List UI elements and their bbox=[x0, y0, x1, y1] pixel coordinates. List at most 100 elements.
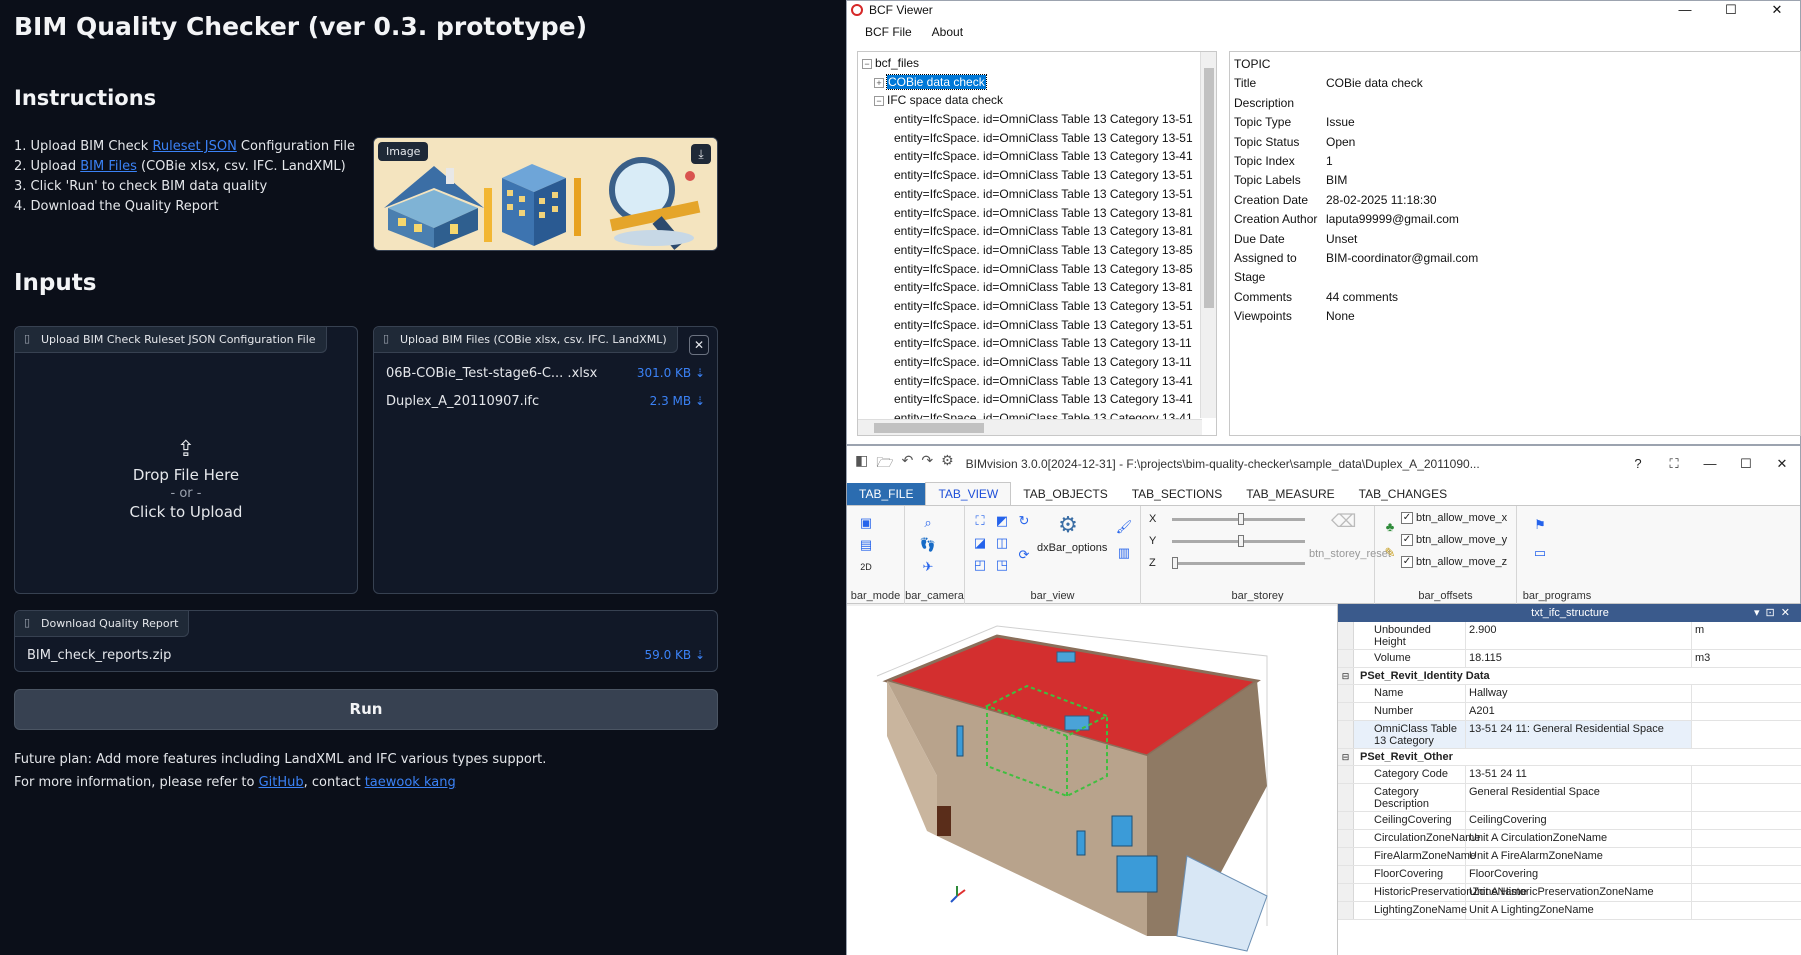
slider-x[interactable]: X bbox=[1149, 512, 1306, 526]
report-file-row[interactable]: BIM_check_reports.zip 59.0 KB ⇣ bbox=[21, 643, 711, 669]
bcf-tree-view[interactable]: − bcf_files + COBie data check − IFC space … bbox=[857, 51, 1217, 436]
minimize-icon[interactable]: — bbox=[1692, 456, 1728, 472]
view-fit-icon[interactable]: ⛶ bbox=[971, 514, 989, 528]
property-row[interactable]: FloorCovering FloorCovering bbox=[1338, 866, 1801, 884]
tree-entity-item[interactable]: entity=IfcSpace. id=OmniClass Table 13 C… bbox=[862, 110, 1216, 129]
tree-entity-item[interactable]: entity=IfcSpace. id=OmniClass Table 13 C… bbox=[862, 222, 1216, 241]
dx-options-label[interactable]: dxBar_options bbox=[1037, 542, 1107, 554]
property-row-selected[interactable]: OmniClass Table 13 Category 13-51 24 11: … bbox=[1338, 721, 1801, 749]
view-bottom-icon[interactable]: ◳ bbox=[993, 558, 1011, 572]
panel-controls[interactable]: ▾⊡✕ bbox=[1754, 604, 1796, 622]
cube-mode-icon[interactable]: ▣ bbox=[857, 516, 875, 530]
tree-entity-item[interactable]: entity=IfcSpace. id=OmniClass Table 13 C… bbox=[862, 316, 1216, 335]
broom-icon[interactable]: ⌫ bbox=[1331, 512, 1356, 536]
tree-vertical-scrollbar[interactable] bbox=[1200, 52, 1216, 418]
property-row[interactable]: CirculationZoneName Unit A CirculationZon… bbox=[1338, 830, 1801, 848]
3d-viewport[interactable] bbox=[847, 606, 1337, 955]
maximize-icon[interactable]: ☐ bbox=[1708, 2, 1754, 18]
tree-entity-item[interactable]: entity=IfcSpace. id=OmniClass Table 13 C… bbox=[862, 278, 1216, 297]
property-row[interactable]: Volume 18.115 m3 bbox=[1338, 650, 1801, 668]
rotate-icon[interactable]: ↻ bbox=[1015, 514, 1033, 528]
tree-entity-item[interactable]: entity=IfcSpace. id=OmniClass Table 13 C… bbox=[862, 147, 1216, 166]
tab-changes[interactable]: TAB_CHANGES bbox=[1347, 483, 1459, 505]
view-front-icon[interactable]: ◪ bbox=[971, 536, 989, 550]
offset-icon[interactable]: ♣ bbox=[1381, 520, 1399, 534]
ruleset-json-link[interactable]: Ruleset JSON bbox=[152, 139, 236, 154]
drop-area[interactable]: ⇪ Drop File Here - or - Click to Upload bbox=[15, 437, 357, 521]
property-row[interactable]: Category Code 13-51 24 11 bbox=[1338, 766, 1801, 784]
tree-entity-item[interactable]: entity=IfcSpace. id=OmniClass Table 13 C… bbox=[862, 297, 1216, 316]
collapse-icon[interactable]: − bbox=[874, 96, 884, 107]
settings-icon[interactable]: ⚙ bbox=[941, 452, 954, 476]
property-group[interactable]: ⊟ PSet_Revit_Identity Data bbox=[1338, 668, 1801, 685]
allow-move-x-checkbox[interactable]: ✓ btn_allow_move_x bbox=[1401, 512, 1507, 524]
options-gear-icon[interactable]: ⚙ bbox=[1055, 512, 1081, 538]
github-link[interactable]: GitHub bbox=[259, 775, 304, 790]
refresh-icon[interactable]: ⟳ bbox=[1015, 548, 1033, 562]
file-size-download[interactable]: 301.0 KB ⇣ bbox=[637, 366, 705, 382]
tree-horizontal-scrollbar[interactable] bbox=[858, 419, 1202, 435]
expand-icon[interactable]: + bbox=[874, 77, 884, 88]
zoom-icon[interactable]: ⌕ bbox=[919, 516, 937, 530]
tab-measure[interactable]: TAB_MEASURE bbox=[1234, 483, 1346, 505]
view-iso-icon[interactable]: ◩ bbox=[993, 514, 1011, 528]
property-row[interactable]: Number A201 bbox=[1338, 703, 1801, 721]
redo-icon[interactable]: ↷ bbox=[921, 452, 933, 476]
property-row[interactable]: CeilingCovering CeilingCovering bbox=[1338, 812, 1801, 830]
report-download-link[interactable]: 59.0 KB ⇣ bbox=[644, 648, 705, 664]
tree-entity-item[interactable]: entity=IfcSpace. id=OmniClass Table 13 C… bbox=[862, 260, 1216, 279]
property-row[interactable]: LightingZoneName Unit A LightingZoneName bbox=[1338, 902, 1801, 920]
open-folder-icon[interactable]: 🗁 bbox=[876, 452, 893, 476]
image-download-icon[interactable]: ⤓ bbox=[691, 144, 711, 164]
tree-entity-item[interactable]: entity=IfcSpace. id=OmniClass Table 13 C… bbox=[862, 241, 1216, 260]
tab-file[interactable]: TAB_FILE bbox=[847, 483, 926, 505]
file-size-download[interactable]: 2.3 MB ⇣ bbox=[650, 394, 705, 410]
walk-icon[interactable]: 👣 bbox=[919, 538, 937, 552]
tree-entity-item[interactable]: entity=IfcSpace. id=OmniClass Table 13 C… bbox=[862, 390, 1216, 409]
tab-sections[interactable]: TAB_SECTIONS bbox=[1120, 483, 1234, 505]
property-row[interactable]: Category Description General Residential … bbox=[1338, 784, 1801, 812]
slider-z[interactable]: Z bbox=[1149, 556, 1305, 570]
tree-node-cobie[interactable]: + COBie data check bbox=[862, 73, 1216, 92]
close-icon[interactable]: ✕ bbox=[1754, 2, 1800, 18]
collapse-icon[interactable]: ⊟ bbox=[1338, 668, 1354, 684]
property-row[interactable]: Unbounded Height 2.900 m bbox=[1338, 622, 1801, 650]
tree-node-ifc[interactable]: − IFC space data check bbox=[862, 91, 1216, 110]
help-icon[interactable]: ? bbox=[1620, 456, 1656, 472]
clear-files-icon[interactable]: ✕ bbox=[689, 335, 709, 355]
tree-entity-item[interactable]: entity=IfcSpace. id=OmniClass Table 13 C… bbox=[862, 185, 1216, 204]
flag-icon[interactable]: ⚑ bbox=[1531, 518, 1549, 532]
collapse-icon[interactable]: ⊟ bbox=[1338, 749, 1354, 765]
tree-entity-item[interactable]: entity=IfcSpace. id=OmniClass Table 13 C… bbox=[862, 129, 1216, 148]
contact-link[interactable]: taewook kang bbox=[365, 775, 456, 790]
paint-icon[interactable]: 🖌 bbox=[1115, 520, 1133, 534]
view-side-icon[interactable]: ◫ bbox=[993, 536, 1011, 550]
tree-entity-item[interactable]: entity=IfcSpace. id=OmniClass Table 13 C… bbox=[862, 353, 1216, 372]
run-button[interactable]: Run bbox=[14, 689, 718, 730]
maximize-icon[interactable]: ☐ bbox=[1728, 456, 1764, 472]
menu-about[interactable]: About bbox=[932, 25, 963, 39]
bim-files-link[interactable]: BIM Files bbox=[80, 159, 137, 174]
2d-mode-icon[interactable]: 2D bbox=[857, 560, 875, 574]
property-row[interactable]: Name Hallway bbox=[1338, 685, 1801, 703]
file-row[interactable]: Duplex_A_20110907.ifc 2.3 MB ⇣ bbox=[380, 389, 711, 415]
allow-move-y-checkbox[interactable]: ✓ btn_allow_move_y bbox=[1401, 534, 1507, 546]
wireframe-icon[interactable]: ▤ bbox=[857, 538, 875, 552]
minimize-icon[interactable]: — bbox=[1662, 2, 1708, 18]
slider-y[interactable]: Y bbox=[1149, 534, 1306, 548]
file-row[interactable]: 06B-COBie_Test-stage6-C... .xlsx 301.0 K… bbox=[380, 361, 711, 387]
tab-view[interactable]: TAB_VIEW bbox=[925, 482, 1012, 505]
tree-entity-item[interactable]: entity=IfcSpace. id=OmniClass Table 13 C… bbox=[862, 166, 1216, 185]
book-icon[interactable]: ▥ bbox=[1115, 546, 1133, 560]
highlight-icon[interactable]: ✎ bbox=[1381, 546, 1399, 560]
undo-icon[interactable]: ↶ bbox=[902, 452, 914, 476]
bim-files-upload[interactable]: Upload BIM Files (COBie xlsx, csv. IFC. … bbox=[373, 326, 718, 594]
collapse-icon[interactable]: − bbox=[862, 58, 872, 69]
tree-root[interactable]: − bcf_files bbox=[862, 54, 1216, 73]
tree-entity-item[interactable]: entity=IfcSpace. id=OmniClass Table 13 C… bbox=[862, 204, 1216, 223]
tree-entity-item[interactable]: entity=IfcSpace. id=OmniClass Table 13 C… bbox=[862, 334, 1216, 353]
tree-entity-item[interactable]: entity=IfcSpace. id=OmniClass Table 13 C… bbox=[862, 372, 1216, 391]
program-icon[interactable]: ▭ bbox=[1531, 546, 1549, 560]
view-top-icon[interactable]: ◰ bbox=[971, 558, 989, 572]
property-row[interactable]: HistoricPreservationZoneName Unit A Histo… bbox=[1338, 884, 1801, 902]
